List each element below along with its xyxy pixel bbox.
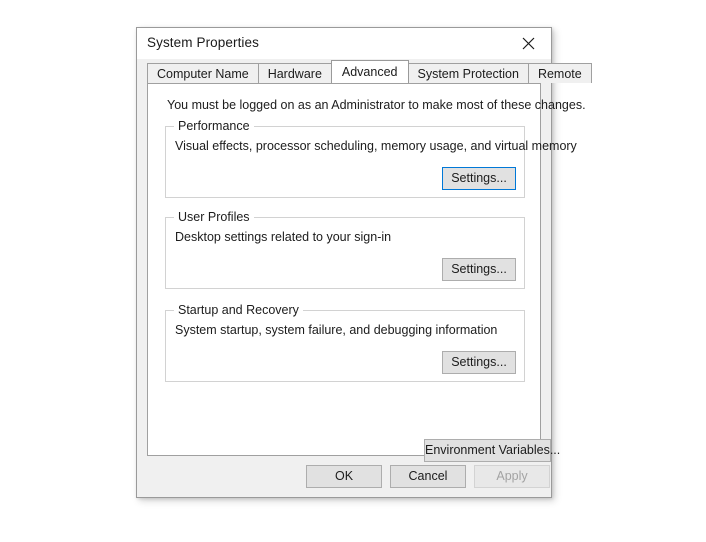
user-profiles-group-legend: User Profiles [174,210,254,224]
close-icon[interactable] [506,28,551,59]
tab-advanced[interactable]: Advanced [330,60,409,83]
user-profiles-settings-button[interactable]: Settings... [442,258,516,281]
system-properties-dialog: System Properties Computer Name Hardware… [136,27,592,498]
apply-button: Apply [474,465,550,488]
cancel-button[interactable]: Cancel [390,465,466,488]
startup-and-recovery-group: Startup and Recovery System startup, sys… [165,303,525,382]
advanced-tab-panel: You must be logged on as an Administrato… [147,83,586,462]
window-title: System Properties [147,35,259,50]
administrator-note: You must be logged on as an Administrato… [167,98,586,112]
performance-group: Performance Visual effects, processor sc… [165,119,577,198]
startup-and-recovery-settings-button[interactable]: Settings... [442,351,516,374]
dialog-footer: OK Cancel Apply [137,456,551,497]
tab-strip: Computer Name Hardware Advanced System P… [147,60,592,83]
user-profiles-group: User Profiles Desktop settings related t… [165,210,525,289]
ok-button[interactable]: OK [306,465,382,488]
tab-computer-name[interactable]: Computer Name [147,63,259,83]
performance-group-legend: Performance [174,119,254,133]
startup-and-recovery-group-description: System startup, system failure, and debu… [175,323,498,337]
performance-settings-button[interactable]: Settings... [442,167,516,190]
tab-hardware[interactable]: Hardware [257,63,332,83]
startup-and-recovery-group-legend: Startup and Recovery [174,303,303,317]
tab-remote[interactable]: Remote [527,63,592,83]
user-profiles-group-description: Desktop settings related to your sign-in [175,230,392,244]
tab-system-protection[interactable]: System Protection [407,63,529,83]
title-bar: System Properties [137,28,551,59]
performance-group-description: Visual effects, processor scheduling, me… [175,139,577,153]
